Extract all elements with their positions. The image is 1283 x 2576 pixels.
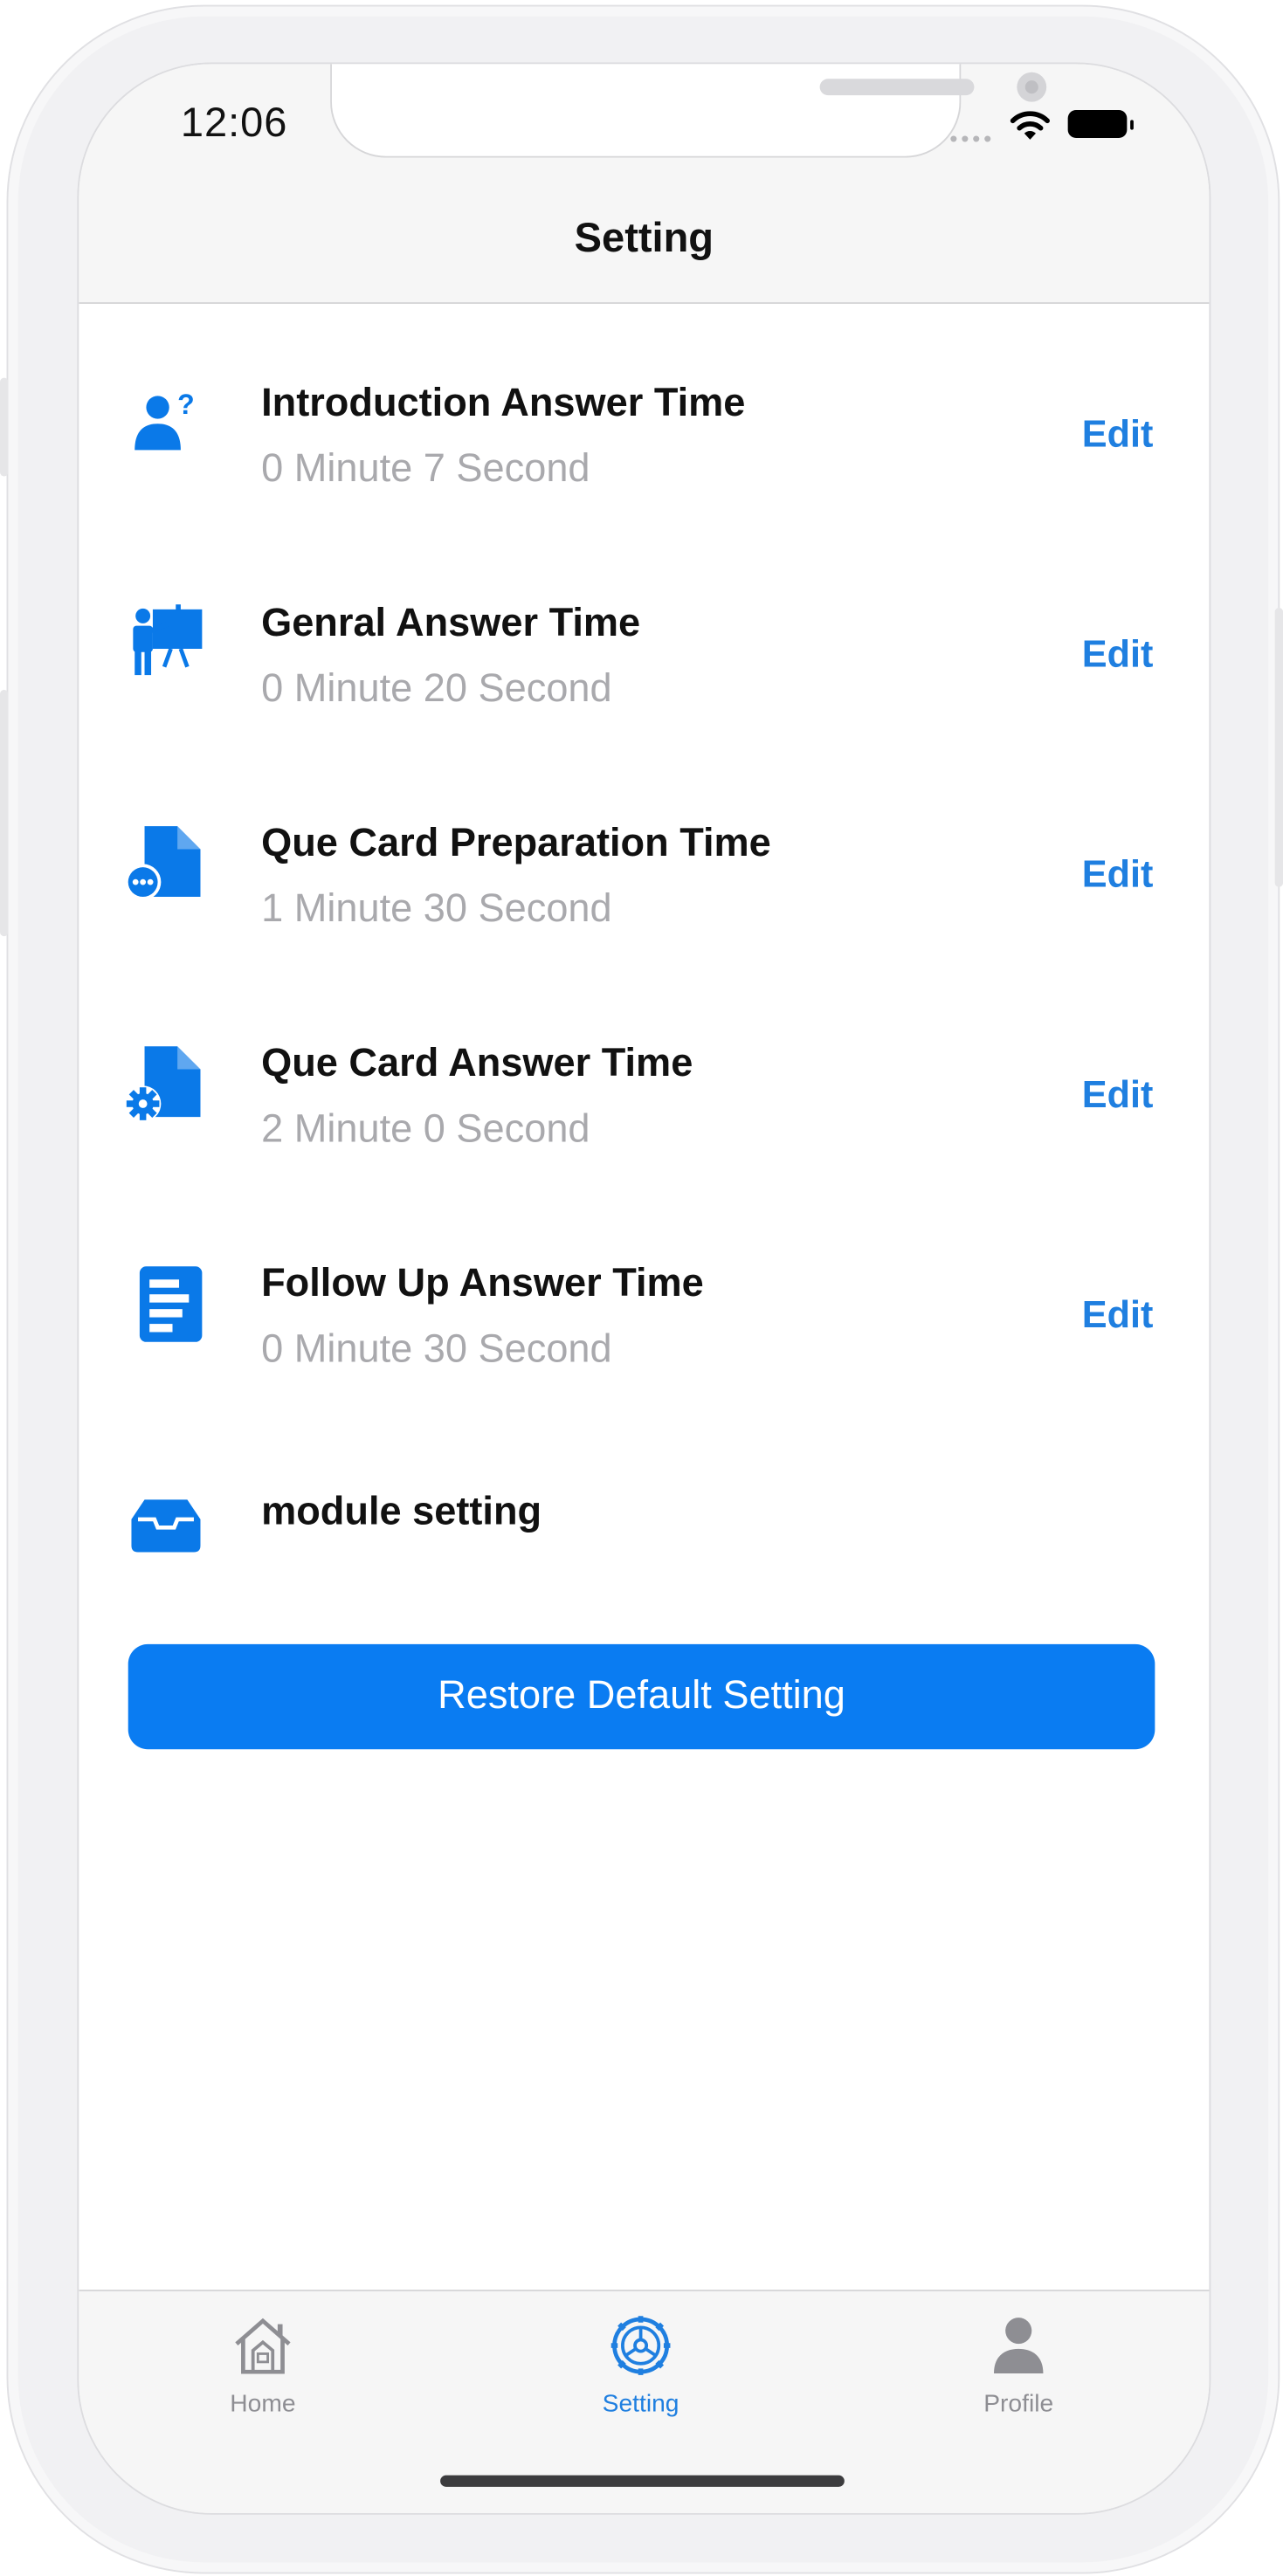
edit-button[interactable]: Edit — [1082, 852, 1154, 897]
setting-value: 2 Minute 0 Second — [261, 1106, 590, 1152]
side-button — [1274, 607, 1283, 887]
steering-wheel-icon — [610, 2316, 671, 2375]
document-list-icon — [125, 1262, 207, 1344]
setting-value: 1 Minute 30 Second — [261, 886, 612, 932]
wifi-icon — [1010, 111, 1050, 140]
edit-button[interactable]: Edit — [1082, 1072, 1154, 1117]
speaker-grille — [819, 79, 975, 96]
tab-label: Profile — [983, 2389, 1054, 2418]
status-time: 12:06 — [180, 100, 288, 147]
setting-row-cue-card-answer: Que Card Answer Time 2 Minute 0 Second E… — [79, 1042, 1209, 1223]
presenter-board-icon — [125, 601, 207, 683]
setting-value: 0 Minute 20 Second — [261, 666, 612, 712]
front-camera — [1017, 72, 1047, 102]
setting-row-follow-up: Follow Up Answer Time 0 Minute 30 Second… — [79, 1262, 1209, 1443]
tab-label: Home — [230, 2389, 296, 2418]
edit-button[interactable]: Edit — [1082, 412, 1154, 457]
tab-home[interactable]: Home — [164, 2314, 362, 2418]
tab-bar: Home Setting Profile — [79, 2290, 1210, 2513]
setting-value: 0 Minute 7 Second — [261, 446, 590, 492]
setting-title: Follow Up Answer Time — [261, 1261, 704, 1306]
setting-row-introduction: ? Introduction Answer Time 0 Minute 7 Se… — [79, 381, 1209, 561]
setting-title: Que Card Preparation Time — [261, 821, 771, 866]
setting-value: 0 Minute 30 Second — [261, 1326, 612, 1372]
person-icon — [994, 2318, 1044, 2374]
home-indicator — [440, 2475, 845, 2487]
battery-icon — [1067, 110, 1134, 139]
setting-row-general: Genral Answer Time 0 Minute 20 Second Ed… — [79, 601, 1209, 782]
page-title: Setting — [574, 215, 714, 262]
tab-setting[interactable]: Setting — [542, 2314, 740, 2418]
tab-label: Setting — [602, 2389, 679, 2418]
edit-button[interactable]: Edit — [1082, 632, 1154, 677]
person-question-icon: ? — [125, 381, 207, 463]
tab-profile[interactable]: Profile — [920, 2314, 1117, 2418]
restore-default-button[interactable]: Restore Default Setting — [128, 1643, 1155, 1750]
signal-dots-icon: •••• — [949, 124, 996, 152]
navigation-bar: 12:06 •••• Setting — [79, 64, 1210, 304]
setting-title: Introduction Answer Time — [261, 381, 746, 426]
tray-icon — [125, 1493, 207, 1575]
svg-text:?: ? — [177, 389, 195, 420]
module-setting-label: module setting — [261, 1490, 542, 1534]
side-button — [0, 377, 9, 477]
document-more-icon — [124, 822, 207, 904]
setting-row-cue-card-prep: Que Card Preparation Time 1 Minute 30 Se… — [79, 822, 1209, 1002]
home-icon — [235, 2318, 291, 2374]
edit-button[interactable]: Edit — [1082, 1292, 1154, 1337]
document-gear-icon — [124, 1042, 207, 1124]
module-setting-row[interactable]: module setting — [79, 1490, 1209, 1575]
app-screen: 12:06 •••• Setting ? Introduction Answer… — [77, 62, 1211, 2515]
setting-title: Que Card Answer Time — [261, 1041, 693, 1086]
side-button — [0, 690, 9, 937]
setting-title: Genral Answer Time — [261, 601, 641, 646]
device-notch — [330, 64, 1047, 158]
